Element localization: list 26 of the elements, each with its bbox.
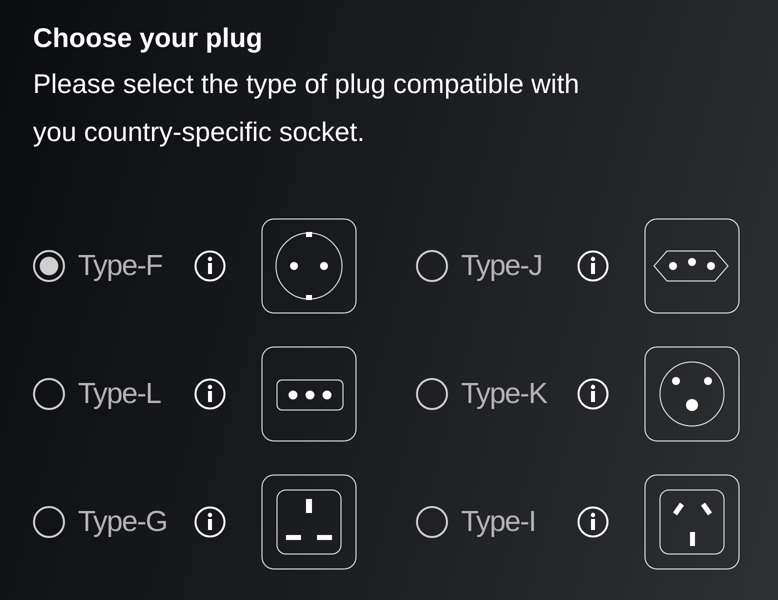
- socket-icon[interactable]: [644, 346, 740, 442]
- radio-button[interactable]: [416, 506, 448, 538]
- info-icon[interactable]: [577, 506, 609, 538]
- info-icon[interactable]: [577, 250, 609, 282]
- page-title: Choose your plug: [33, 22, 264, 55]
- plug-label: Type-L: [78, 378, 162, 410]
- info-icon[interactable]: [194, 250, 226, 282]
- plug-label: Type-J: [461, 250, 544, 282]
- socket-icon[interactable]: [261, 474, 357, 570]
- plug-label: Type-K: [461, 378, 548, 410]
- info-icon[interactable]: [194, 378, 226, 410]
- description: Please select the type of plug compatible with you country-specific socket.: [33, 68, 580, 149]
- info-icon[interactable]: [577, 378, 609, 410]
- radio-button[interactable]: [33, 250, 65, 282]
- socket-icon[interactable]: [644, 474, 740, 570]
- socket-icon[interactable]: [261, 346, 357, 442]
- info-icon[interactable]: [194, 506, 226, 538]
- radio-button[interactable]: [416, 378, 448, 410]
- socket-icon[interactable]: [261, 218, 357, 314]
- plug-label: Type-G: [78, 506, 168, 538]
- radio-button[interactable]: [33, 506, 65, 538]
- radio-button[interactable]: [416, 250, 448, 282]
- socket-icon[interactable]: [644, 218, 740, 314]
- plug-label: Type-I: [461, 506, 537, 538]
- plug-label: Type-F: [78, 250, 164, 282]
- radio-button[interactable]: [33, 378, 65, 410]
